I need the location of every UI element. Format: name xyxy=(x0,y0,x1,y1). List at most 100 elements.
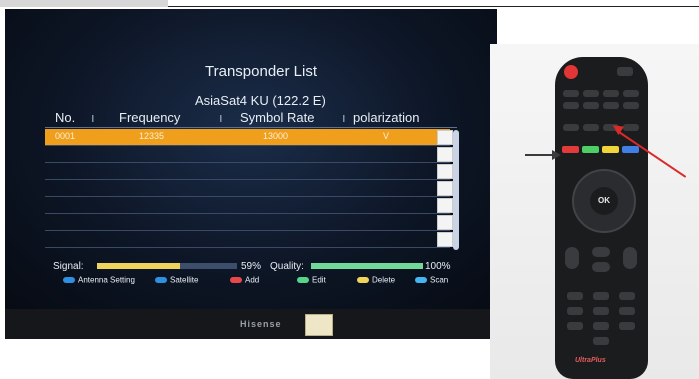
table-row-empty xyxy=(45,180,453,197)
number-key[interactable] xyxy=(619,322,635,330)
yellow-color-button[interactable] xyxy=(602,146,619,153)
power-button[interactable] xyxy=(564,65,578,79)
dpad[interactable]: OK xyxy=(572,169,636,233)
cell-symbol-rate: 13000 xyxy=(263,131,289,141)
remote-button[interactable] xyxy=(603,102,619,109)
table-row-empty xyxy=(45,163,453,180)
legend-color-pill xyxy=(297,276,309,283)
number-key[interactable] xyxy=(593,337,609,345)
legend-label: Delete xyxy=(372,275,396,285)
remote-button[interactable] xyxy=(623,102,639,109)
legend-label: Antenna Setting xyxy=(78,275,135,285)
legend-color-pill xyxy=(415,276,427,283)
signal-bar xyxy=(97,263,237,269)
gray-annotation-arrow xyxy=(525,154,555,156)
top-gray-strip xyxy=(0,0,168,7)
legend-item: Satellite xyxy=(155,275,198,284)
legend-color-pill xyxy=(155,276,167,283)
number-key[interactable] xyxy=(567,307,583,315)
quality-label: Quality: xyxy=(270,261,304,272)
remote-brand-logo: UltraPlus xyxy=(575,357,606,364)
signal-percent: 59% xyxy=(241,261,262,272)
legend-item: Scan xyxy=(415,275,448,284)
tv-brand-logo: Hisense xyxy=(240,319,282,329)
ok-button[interactable]: OK xyxy=(590,187,618,215)
legend-item: Delete xyxy=(357,275,395,284)
legend-label: Add xyxy=(245,275,260,285)
col-header-frequency: Frequency xyxy=(119,110,181,125)
remote-button[interactable] xyxy=(563,124,579,131)
red-color-button[interactable] xyxy=(562,146,579,153)
legend-color-pill xyxy=(357,276,369,283)
table-row-empty xyxy=(45,214,453,231)
remote-button[interactable] xyxy=(592,247,610,257)
table-row-empty xyxy=(45,231,453,248)
legend-label: Scan xyxy=(430,275,449,285)
remote-button[interactable] xyxy=(583,102,599,109)
col-divider: ı xyxy=(91,110,95,125)
signal-bar-fill xyxy=(97,263,180,269)
transponder-rows: 0001 12335 13000 V xyxy=(45,129,457,253)
row-checkbox[interactable] xyxy=(437,232,453,247)
legend-color-pill xyxy=(63,276,75,283)
cell-polarization: V xyxy=(383,131,390,141)
signal-label: Signal: xyxy=(53,261,84,272)
number-key[interactable] xyxy=(593,292,609,300)
legend-label: Satellite xyxy=(170,275,199,285)
row-checkbox[interactable] xyxy=(437,198,453,213)
green-color-button[interactable] xyxy=(582,146,599,153)
transponder-table-header: No. ı Frequency ı Symbol Rate ı polariza… xyxy=(45,109,457,128)
cell-frequency: 12335 xyxy=(139,131,165,141)
table-row[interactable]: 0001 12335 13000 V xyxy=(45,129,453,146)
tv-photo: Transponder List AsiaSat4 KU (122.2 E) N… xyxy=(5,9,497,339)
row-checkbox[interactable] xyxy=(437,130,453,145)
legend-item: Add xyxy=(230,275,259,284)
legend-item: Antenna Setting xyxy=(63,275,135,284)
col-divider: ı xyxy=(342,110,346,125)
number-key[interactable] xyxy=(593,307,609,315)
remote-button[interactable] xyxy=(583,90,599,97)
remote-control: OK UltraPlus xyxy=(555,57,648,379)
remote-button[interactable] xyxy=(603,90,619,97)
cell-no: 0001 xyxy=(55,131,76,141)
top-divider-line xyxy=(168,6,699,7)
gray-annotation-arrow-head xyxy=(552,150,561,160)
col-header-no: No. xyxy=(55,110,76,125)
remote-button[interactable] xyxy=(623,90,639,97)
legend-item: Edit xyxy=(297,275,326,284)
number-key[interactable] xyxy=(593,322,609,330)
remote-button[interactable] xyxy=(563,102,579,109)
tv-bezel: Hisense xyxy=(5,309,497,339)
row-checkbox[interactable] xyxy=(437,215,453,230)
number-key[interactable] xyxy=(619,292,635,300)
row-checkbox[interactable] xyxy=(437,147,453,162)
remote-button[interactable] xyxy=(592,262,610,272)
tv-screen: Transponder List AsiaSat4 KU (122.2 E) N… xyxy=(5,9,497,309)
blue-color-button[interactable] xyxy=(622,146,639,153)
legend-color-pill xyxy=(230,276,242,283)
number-key[interactable] xyxy=(619,307,635,315)
quality-percent: 100% xyxy=(425,261,451,272)
row-checkbox[interactable] xyxy=(437,164,453,179)
remote-button[interactable] xyxy=(583,124,599,131)
row-checkbox[interactable] xyxy=(437,181,453,196)
col-header-symbol-rate: Symbol Rate xyxy=(240,110,315,125)
quality-bar-fill xyxy=(311,263,423,269)
channel-rocker[interactable] xyxy=(623,247,637,269)
legend-label: Edit xyxy=(312,275,326,285)
table-row-empty xyxy=(45,197,453,214)
col-divider: ı xyxy=(219,110,223,125)
remote-photo: OK UltraPlus xyxy=(490,44,699,379)
col-header-polarization: polarization xyxy=(353,110,420,125)
remote-button[interactable] xyxy=(563,90,579,97)
number-key[interactable] xyxy=(567,292,583,300)
remote-button[interactable] xyxy=(623,124,639,131)
quality-bar xyxy=(311,263,423,269)
table-row-empty xyxy=(45,146,453,163)
tv-sticker xyxy=(305,314,333,336)
list-scrollbar[interactable] xyxy=(453,130,459,250)
remote-button[interactable] xyxy=(617,67,633,76)
volume-rocker[interactable] xyxy=(565,247,579,269)
number-key[interactable] xyxy=(567,322,583,330)
screen-title: Transponder List xyxy=(205,63,318,80)
